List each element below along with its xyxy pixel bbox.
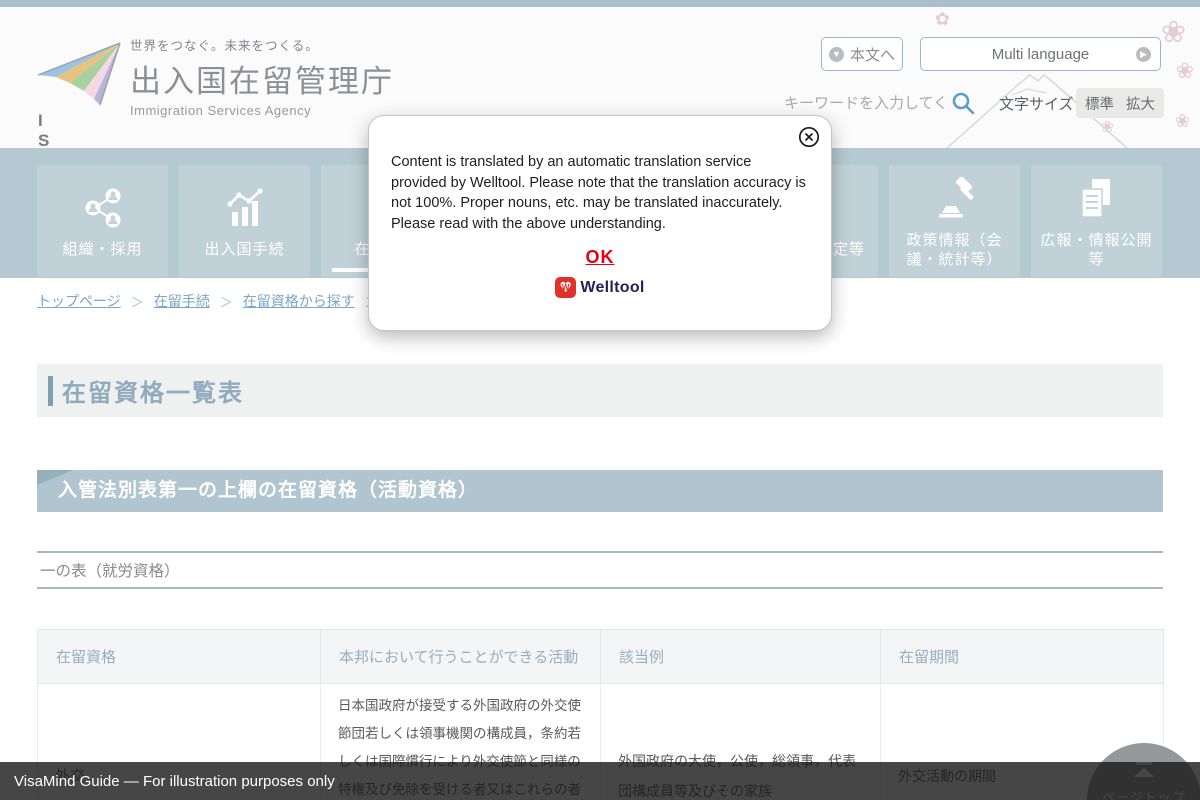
search-row: 文字サイズ 標準 拡大 [780,87,1200,121]
search-icon[interactable] [950,90,976,116]
translation-notice-modal: Content is translated by an automatic tr… [368,115,832,331]
welltool-logo[interactable]: ♥W Welltool [369,277,831,298]
logo-isa-letters: I S A [38,111,59,148]
ok-link[interactable]: OK [586,247,615,267]
breadcrumb-separator: ＞ [220,292,233,311]
top-accent-strip [0,0,1200,7]
multi-language-button[interactable]: Multi language ▶ [920,37,1161,71]
nav-item-label: 出入国手続 [200,240,288,260]
page-title: 在留資格一覧表 [62,373,244,408]
chart-icon [222,182,268,232]
nav-item-organization[interactable]: 組織・採用 [37,165,168,277]
title-accent-bar [48,376,53,406]
welltool-brand-name: Welltool [580,279,644,297]
subsection-heading: 一の表（就労資格） [37,551,1163,589]
skip-to-content-label: 本文へ [850,44,895,65]
table-header-row: 在留資格 本邦において行うことができる活動 該当例 在留期間 [38,630,1164,684]
close-icon[interactable] [798,126,820,148]
nav-item-policy-information[interactable]: 政策情報（会議・統計等） [889,165,1020,277]
column-header-status: 在留資格 [38,630,321,684]
page: ❀ ✿ ❀ ✿ ❀ ✿ ❀ I S A 世界をつなぐ。未来をつくる。 出入国 [0,0,1200,800]
font-size-switch: 標準 拡大 [1076,88,1164,118]
column-header-period: 在留期間 [881,630,1164,684]
nav-item-label: 広報・情報公開等 [1031,231,1162,270]
documents-icon [1074,173,1120,223]
column-header-activities: 本邦において行うことができる活動 [321,630,601,684]
logo-tagline: 世界をつなぐ。未来をつくる。 [130,35,470,54]
arrow-right-circle-icon: ▶ [1136,47,1151,62]
gavel-icon [932,173,978,223]
skip-to-content-button[interactable]: ▼ 本文へ [821,37,903,71]
section-banner: 入管法別表第一の上欄の在留資格（活動資格） [37,470,1163,512]
search-input[interactable] [784,89,946,117]
page-title-band: 在留資格一覧表 [37,364,1163,417]
logo-title: 出入国在留管理庁 [130,56,470,101]
font-size-label: 文字サイズ [999,93,1074,114]
section-title: 入管法別表第一の上欄の在留資格（活動資格） [37,470,1163,512]
watermark-text: VisaMind Guide — For illustration purpos… [0,773,335,790]
breadcrumb-link-residency[interactable]: 在留手続 [154,291,210,311]
people-network-icon [80,182,126,232]
breadcrumb-separator: ＞ [131,292,144,311]
nav-item-public-relations[interactable]: 広報・情報公開等 [1031,165,1162,277]
watermark-bar: VisaMind Guide — For illustration purpos… [0,762,1200,800]
welltool-heart-icon: ♥W [555,277,576,298]
isa-plane-icon [36,41,124,107]
sakura-icon: ✿ [935,9,950,30]
font-size-large-button[interactable]: 拡大 [1126,93,1155,114]
nav-item-label: 組織・採用 [58,240,146,260]
nav-item-label: 政策情報（会議・統計等） [889,231,1020,270]
translation-notice-text: Content is translated by an automatic tr… [391,152,809,234]
arrow-down-circle-icon: ▼ [829,47,844,62]
nav-item-label: 定等 [829,240,878,260]
column-header-examples: 該当例 [601,630,881,684]
subsection-title: 一の表（就労資格） [37,559,180,581]
breadcrumb-link-home[interactable]: トップページ [37,291,121,311]
breadcrumb-link-search-by-status[interactable]: 在留資格から探す [243,291,355,311]
sakura-icon: ❀ [1176,59,1194,84]
multi-language-label: Multi language [992,46,1090,63]
nav-item-immigration-procedures[interactable]: 出入国手続 [179,165,310,277]
font-size-standard-button[interactable]: 標準 [1085,93,1114,114]
sakura-icon: ❀ [1161,15,1186,50]
